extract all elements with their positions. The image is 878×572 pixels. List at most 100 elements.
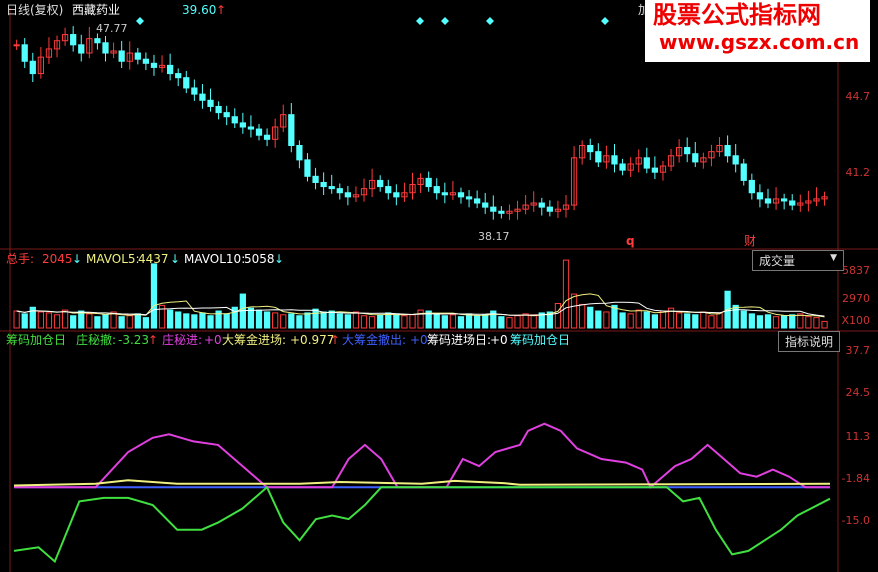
mavol10-label: MAVOL10: [184,252,246,266]
volume-bars [13,259,828,329]
volume-bar [126,315,133,329]
volume-bar [562,259,570,329]
candle-body [191,87,198,95]
logo-title: 股票公式指标网 [653,1,821,29]
indicator-lines [13,422,831,564]
line3-value: +0.977 [290,333,335,347]
candle-body [377,179,384,188]
signal-diamond-icon [136,17,144,25]
volume-bar [643,311,650,329]
candle-body [490,206,497,212]
indicator-help-button[interactable]: 指标说明 [778,331,841,352]
volume-bar [102,314,109,329]
chart-canvas[interactable] [0,0,878,572]
candle-body [425,177,432,188]
volume-bar [304,312,311,329]
volume-bar [498,316,505,329]
volume-bar [70,315,77,329]
volume-bar [368,316,376,329]
marker-cai: 财 [744,234,757,248]
volume-bar [603,311,610,329]
volume-bar [207,315,214,329]
volume-bar [417,309,424,329]
volume-bar [377,314,384,329]
candle-body [546,206,553,212]
volume-bar [401,315,408,329]
candle-body [441,192,448,196]
volume-bar [175,311,182,329]
chart-mode[interactable]: 日线(复权) [6,3,63,17]
volume-bar [700,311,707,329]
volume-bar [78,310,85,329]
volume-bar [506,317,513,329]
volume-bar [805,316,812,329]
volume-bar [21,313,28,329]
candle-body [29,60,36,75]
line1-label: 庄秘撤: [76,333,117,347]
volume-bar [789,314,796,329]
line3-label: 大筹金进场: [222,333,287,347]
volume-bar [272,312,279,329]
series-line [14,422,830,489]
candle-body [239,122,246,128]
vol-tick-2: 2970 [842,292,870,305]
volume-bar [385,312,392,329]
candle-body [78,44,85,54]
signal-diamond-icon [601,17,609,25]
candle-body [344,192,351,198]
volume-bar [352,311,360,329]
volume-bar [61,309,69,329]
ind-tick-2: 24.5 [845,386,871,399]
volume-bar [659,310,667,329]
candle-body [312,175,319,183]
candle-body [247,126,255,130]
stock-name: 西藏药业 [72,3,121,17]
mavol10-arrow: ↓ [274,252,285,266]
ind-tick-1: 37.7 [845,344,871,357]
high-price-label: 47.77 [96,22,128,35]
vol-total-value: 2045 [42,252,73,266]
volume-bar [280,314,287,329]
candle-body [498,210,505,214]
volume-bar [223,313,230,329]
candle-body [223,112,230,118]
line1-arrow: ↑ [148,333,159,347]
volume-bar [433,313,440,329]
volume-bar [764,314,772,329]
volume-bar [813,317,820,329]
candle-body [320,181,327,188]
volume-bar [45,312,53,329]
candle-body [207,99,214,107]
candle-body [748,179,755,194]
volume-selector[interactable]: 成交量 ▼ [752,250,844,271]
volume-bar [772,316,780,329]
vol-tick-1: 5837 [842,264,870,277]
line5-label: 筹码进场日: [427,333,492,347]
marker-q: q [626,234,635,248]
vol-unit: X100 [841,314,870,327]
volume-bar [554,302,562,329]
volume-bar [167,309,174,329]
candle-body [385,186,392,194]
candle-body [465,196,473,200]
ind-tick-3: 11.3 [845,430,871,443]
candle-body [21,44,28,62]
line3-arrow: ↑ [330,333,341,347]
volume-bar [756,315,764,329]
candle-body [134,52,141,60]
candle-body [538,202,545,208]
volume-bar [635,309,642,329]
volume-bar [320,311,327,329]
price-arrow: ↑ [216,3,227,17]
mavol5-label: MAVOL5: [86,252,140,266]
candle-body [619,163,626,171]
volume-bar [37,311,44,329]
price-tick-2: 41.2 [845,166,871,179]
volume-bar [441,315,448,329]
line1-value: -3.23 [118,333,150,347]
signal-diamond-icon [486,17,494,25]
volume-bar [288,313,295,329]
ind-tick-5: -15.0 [841,514,870,527]
volume-bar [118,316,125,329]
volume-bar [482,314,489,329]
